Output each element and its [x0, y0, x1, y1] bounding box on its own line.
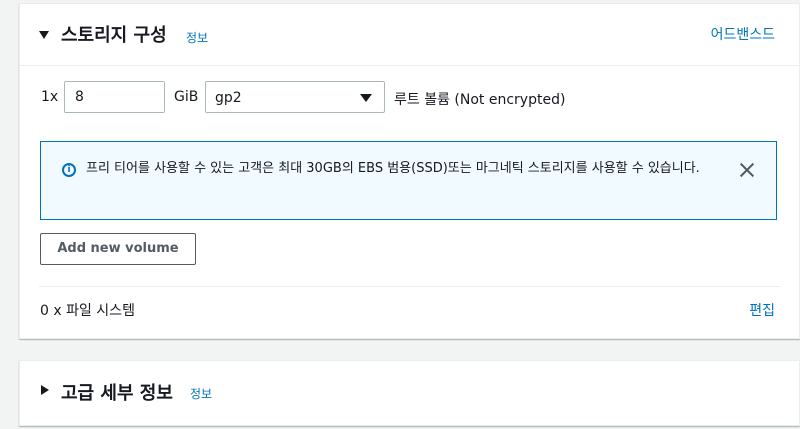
advanced-panel-title: 고급 세부 정보	[61, 383, 173, 404]
advanced-info-link[interactable]: 정보	[190, 385, 212, 402]
advanced-details-panel[interactable]: 고급 세부 정보 정보	[19, 360, 800, 426]
free-tier-alert: i 프리 티어를 사용할 수 있는 고객은 최대 30GB의 EBS 범용(SS…	[40, 141, 777, 220]
volume-row: 1x GiB gp2 루트 볼륨 (Not encrypted)	[20, 81, 799, 113]
alert-text: 프리 티어를 사용할 수 있는 고객은 최대 30GB의 EBS 범용(SSD)…	[86, 161, 700, 176]
volume-type-value: gp2	[215, 90, 242, 106]
close-icon[interactable]	[738, 161, 756, 179]
dropdown-arrow-icon	[360, 94, 372, 102]
storage-panel-title: 스토리지 구성	[61, 25, 167, 46]
storage-panel-header[interactable]: 스토리지 구성 정보 어드밴스드	[20, 4, 799, 66]
edit-file-systems-link[interactable]: 편집	[749, 300, 775, 320]
info-icon: i	[62, 163, 76, 177]
file-systems-count: 0 x 파일 시스템	[40, 303, 135, 319]
divider	[39, 286, 780, 287]
add-new-volume-button[interactable]: Add new volume	[40, 233, 196, 265]
volume-size-unit: GiB	[174, 89, 199, 105]
caret-right-icon[interactable]	[41, 385, 49, 395]
storage-info-link[interactable]: 정보	[186, 29, 208, 46]
volume-count: 1x	[41, 89, 59, 105]
storage-config-panel: 스토리지 구성 정보 어드밴스드 1x GiB gp2 루트 볼륨 (Not e…	[19, 3, 800, 339]
volume-description: 루트 볼륨 (Not encrypted)	[394, 92, 566, 108]
volume-type-select[interactable]: gp2	[205, 81, 385, 113]
advanced-link[interactable]: 어드밴스드	[711, 24, 775, 44]
volume-size-input[interactable]	[64, 81, 165, 113]
caret-down-icon[interactable]	[39, 31, 49, 39]
